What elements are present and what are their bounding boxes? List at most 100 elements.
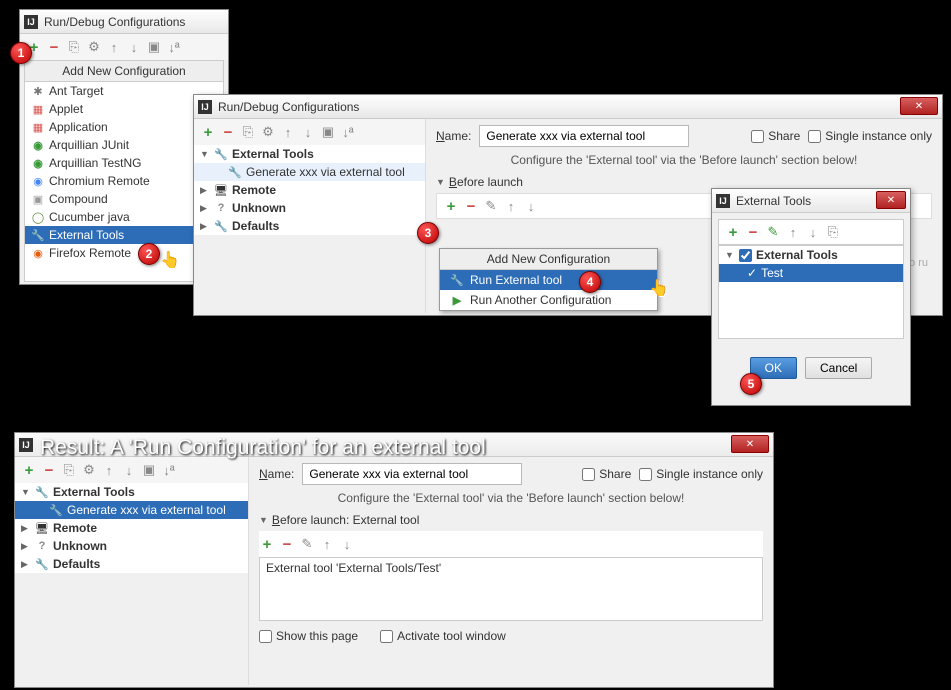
cancel-button[interactable]: Cancel bbox=[805, 357, 872, 379]
expand-icon[interactable]: ▶ bbox=[200, 221, 210, 232]
edit-icon[interactable]: ✎ bbox=[765, 224, 781, 240]
add-icon[interactable]: + bbox=[725, 224, 741, 240]
tree-item-unknown[interactable]: ▶?Unknown bbox=[15, 537, 248, 555]
tree-item-test[interactable]: ✓Test bbox=[719, 264, 903, 282]
up-icon[interactable]: ↑ bbox=[319, 536, 335, 552]
popup-label: Run External tool bbox=[470, 273, 562, 287]
expand-icon[interactable]: ▶ bbox=[200, 203, 210, 214]
settings-icon[interactable]: ⚙ bbox=[260, 124, 276, 140]
config-type-label: Ant Target bbox=[49, 84, 103, 98]
expand-icon[interactable]: ▶ bbox=[21, 523, 31, 534]
task-item[interactable]: External tool 'External Tools/Test' bbox=[266, 561, 756, 575]
toolbar: + − ⎘ ⚙ ↑ ↓ ▣ ↓ª bbox=[15, 457, 248, 483]
tree-item-generate[interactable]: 🔧Generate xxx via external tool bbox=[15, 501, 248, 519]
add-before-launch-icon[interactable]: + bbox=[443, 198, 459, 214]
close-button[interactable]: ✕ bbox=[876, 191, 906, 209]
tree-item-defaults[interactable]: ▶🔧Defaults bbox=[194, 217, 425, 235]
down-icon[interactable]: ↓ bbox=[523, 198, 539, 214]
green-icon: ◉ bbox=[31, 156, 45, 170]
show-page-checkbox[interactable]: Show this page bbox=[259, 629, 358, 643]
collapse-icon[interactable]: ▼ bbox=[725, 250, 735, 260]
sort-icon[interactable]: ↓ª bbox=[166, 39, 182, 55]
up-icon[interactable]: ↑ bbox=[101, 462, 117, 478]
tree-item-remote[interactable]: ▶🖥Remote bbox=[194, 181, 425, 199]
down-icon[interactable]: ↓ bbox=[805, 224, 821, 240]
up-icon[interactable]: ↑ bbox=[503, 198, 519, 214]
tree-root-external-tools[interactable]: ▼External Tools bbox=[719, 246, 903, 264]
share-checkbox[interactable]: Share bbox=[582, 467, 631, 481]
remove-icon[interactable]: − bbox=[279, 536, 295, 552]
result-title: Result: A 'Run Configuration' for an ext… bbox=[40, 436, 486, 460]
config-note: Configure the 'External tool' via the 'B… bbox=[259, 491, 763, 505]
copy-icon[interactable]: ⎘ bbox=[66, 39, 82, 55]
single-instance-checkbox[interactable]: Single instance only bbox=[808, 129, 932, 143]
question-icon: ? bbox=[35, 539, 49, 553]
before-launch-section[interactable]: ▼Before launch bbox=[436, 175, 932, 189]
remove-icon[interactable]: − bbox=[41, 462, 57, 478]
tree-item-unknown[interactable]: ▶?Unknown bbox=[194, 199, 425, 217]
up-icon[interactable]: ↑ bbox=[106, 39, 122, 55]
wrench-icon: 🔧 bbox=[35, 557, 49, 571]
name-input[interactable] bbox=[479, 125, 689, 147]
intellij-icon: IJ bbox=[24, 15, 38, 29]
single-instance-checkbox[interactable]: Single instance only bbox=[639, 467, 763, 481]
name-label: Name: bbox=[259, 467, 294, 481]
settings-icon[interactable]: ⚙ bbox=[86, 39, 102, 55]
up-icon[interactable]: ↑ bbox=[280, 124, 296, 140]
edit-icon[interactable]: ✎ bbox=[483, 198, 499, 214]
copy-icon[interactable]: ⎘ bbox=[825, 224, 841, 240]
wrench-icon: 🔧 bbox=[31, 228, 45, 242]
remove-icon[interactable]: − bbox=[745, 224, 761, 240]
down-icon[interactable]: ↓ bbox=[300, 124, 316, 140]
wrench-icon: 🔧 bbox=[35, 485, 49, 499]
before-launch-list[interactable]: External tool 'External Tools/Test' bbox=[259, 557, 763, 621]
tree-label: Remote bbox=[53, 521, 97, 535]
up-icon[interactable]: ↑ bbox=[785, 224, 801, 240]
tree-item-generate[interactable]: 🔧Generate xxx via external tool bbox=[194, 163, 425, 181]
config-type-label: Cucumber java bbox=[49, 210, 130, 224]
folder-icon[interactable]: ▣ bbox=[320, 124, 336, 140]
settings-icon[interactable]: ⚙ bbox=[81, 462, 97, 478]
collapse-icon[interactable]: ▼ bbox=[21, 487, 31, 497]
wrench-icon: 🔧 bbox=[450, 273, 464, 287]
add-config-popup: Add New Configuration 🔧Run External tool… bbox=[439, 248, 658, 311]
down-icon[interactable]: ↓ bbox=[121, 462, 137, 478]
remove-icon[interactable]: − bbox=[220, 124, 236, 140]
copy-icon[interactable]: ⎘ bbox=[240, 124, 256, 140]
config-type-label: Compound bbox=[49, 192, 108, 206]
down-icon[interactable]: ↓ bbox=[126, 39, 142, 55]
tree-label: Defaults bbox=[53, 557, 100, 571]
app-icon: ▦ bbox=[31, 102, 45, 116]
folder-icon[interactable]: ▣ bbox=[146, 39, 162, 55]
close-button[interactable]: ✕ bbox=[731, 435, 769, 453]
popup-item-run-another-config[interactable]: ▶Run Another Configuration bbox=[440, 290, 657, 310]
firefox-icon: ◉ bbox=[31, 246, 45, 260]
folder-icon[interactable]: ▣ bbox=[141, 462, 157, 478]
copy-icon[interactable]: ⎘ bbox=[61, 462, 77, 478]
sort-icon[interactable]: ↓ª bbox=[340, 124, 356, 140]
tree-item-external-tools[interactable]: ▼🔧External Tools bbox=[15, 483, 248, 501]
down-icon[interactable]: ↓ bbox=[339, 536, 355, 552]
remove-icon[interactable]: − bbox=[46, 39, 62, 55]
add-icon[interactable]: + bbox=[21, 462, 37, 478]
tree-item-external-tools[interactable]: ▼🔧External Tools bbox=[194, 145, 425, 163]
name-input[interactable] bbox=[302, 463, 522, 485]
collapse-icon[interactable]: ▼ bbox=[200, 149, 210, 159]
expand-icon[interactable]: ▶ bbox=[21, 541, 31, 552]
sort-icon[interactable]: ↓ª bbox=[161, 462, 177, 478]
expand-icon[interactable]: ▶ bbox=[21, 559, 31, 570]
add-icon[interactable]: + bbox=[259, 536, 275, 552]
before-launch-section[interactable]: ▼Before launch: External tool bbox=[259, 513, 763, 527]
tree-item-defaults[interactable]: ▶ 🔧 Defaults bbox=[15, 555, 248, 573]
add-icon[interactable]: + bbox=[200, 124, 216, 140]
expand-icon[interactable]: ▶ bbox=[200, 185, 210, 196]
callout-3: 3 bbox=[417, 222, 439, 244]
checkbox[interactable] bbox=[739, 249, 752, 262]
tree-item-remote[interactable]: ▶🖥Remote bbox=[15, 519, 248, 537]
share-checkbox[interactable]: Share bbox=[751, 129, 800, 143]
remove-icon[interactable]: − bbox=[463, 198, 479, 214]
activate-checkbox[interactable]: Activate tool window bbox=[380, 629, 506, 643]
close-button[interactable]: ✕ bbox=[900, 97, 938, 115]
popup-item-run-external-tool[interactable]: 🔧 Run External tool bbox=[440, 270, 657, 290]
edit-icon[interactable]: ✎ bbox=[299, 536, 315, 552]
